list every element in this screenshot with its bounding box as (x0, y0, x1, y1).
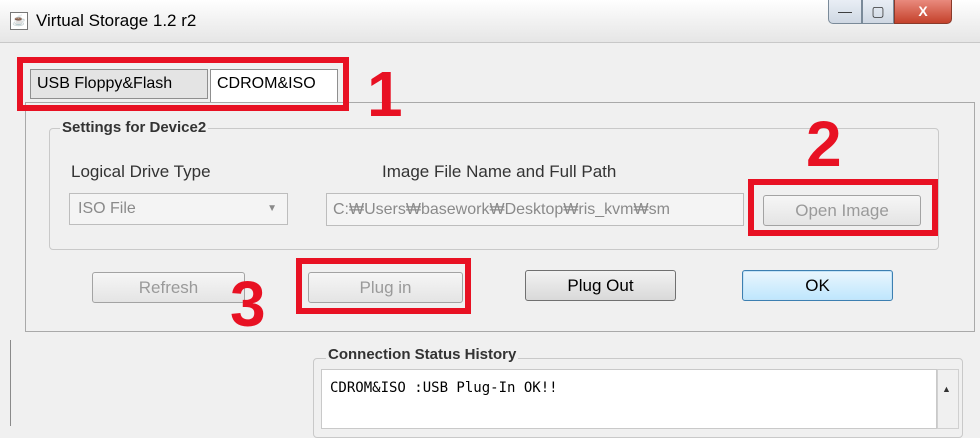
status-legend: Connection Status History (326, 346, 519, 363)
highlight-box-3 (296, 258, 471, 314)
title-bar: ☕ Virtual Storage 1.2 r2 — ▢ X (0, 0, 980, 43)
window-edge (10, 340, 11, 426)
highlight-box-1 (17, 57, 349, 111)
settings-legend: Settings for Device2 (60, 119, 209, 136)
step-number-3: 3 (230, 268, 266, 340)
java-icon: ☕ (10, 12, 28, 30)
minimize-button[interactable]: — (828, 0, 862, 24)
status-scrollbar[interactable]: ▲ (937, 369, 959, 429)
maximize-button[interactable]: ▢ (862, 0, 894, 24)
drive-type-value: ISO File (78, 200, 136, 217)
step-number-2: 2 (806, 108, 842, 180)
drive-type-label: Logical Drive Type (71, 162, 211, 181)
scroll-up-icon[interactable]: ▲ (942, 384, 951, 394)
drive-type-select[interactable]: ISO File ▼ (69, 193, 288, 225)
close-button[interactable]: X (894, 0, 952, 24)
refresh-button[interactable]: Refresh (92, 272, 245, 303)
window-title: Virtual Storage 1.2 r2 (36, 11, 197, 30)
chevron-down-icon: ▼ (267, 203, 277, 214)
plug-out-button[interactable]: Plug Out (525, 270, 676, 301)
image-path-label: Image File Name and Full Path (382, 162, 617, 181)
image-path-field[interactable]: C:₩Users₩basework₩Desktop₩ris_kvm₩sm (326, 193, 744, 226)
ok-button[interactable]: OK (742, 270, 893, 301)
status-log[interactable]: CDROM&ISO :USB Plug-In OK!! (321, 369, 937, 429)
highlight-box-2 (748, 179, 938, 236)
step-number-1: 1 (367, 58, 403, 130)
